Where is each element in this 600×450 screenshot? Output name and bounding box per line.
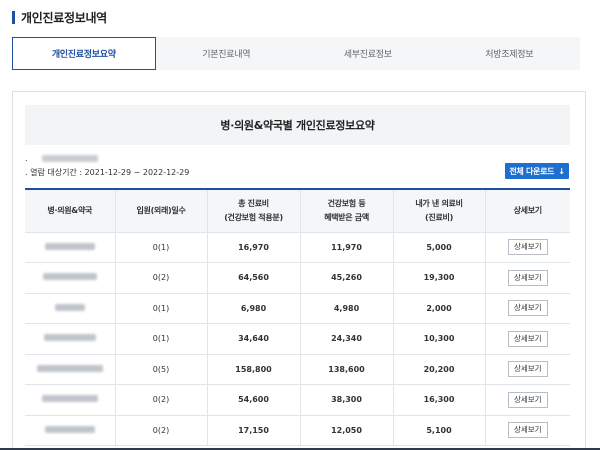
tab-bar: 개인진료정보요약 기본진료내역 세부진료정보 처방조제정보 [12, 37, 580, 70]
total-cost-cell: 34,640 [207, 323, 301, 355]
detail-cell: 상세보기 [485, 354, 570, 385]
detail-cell: 상세보기 [485, 415, 570, 446]
panel-heading: 병·의원&약국별 개인진료정보요약 [25, 105, 570, 145]
patient-name-row: . [25, 152, 189, 166]
benefit-cell: 38,300 [300, 384, 394, 416]
institution-name-redacted [25, 354, 116, 385]
download-all-button[interactable]: 전체 다운로드 ↓ [505, 163, 569, 179]
days-cell: 0(2) [115, 415, 208, 446]
detail-cell: 상세보기 [485, 384, 570, 416]
institution-name-redacted [25, 293, 116, 324]
total-cost-cell: 6,980 [207, 293, 301, 324]
benefit-cell: 12,050 [300, 415, 394, 446]
total-cost-cell: 158,800 [207, 354, 301, 385]
institution-name-redacted [25, 232, 116, 263]
header-benefit: 건강보험 등 혜택받은 금액 [300, 189, 394, 233]
detail-button[interactable]: 상세보기 [507, 422, 548, 439]
benefit-cell: 138,600 [300, 354, 394, 385]
paid-cell: 10,300 [393, 323, 486, 355]
redacted-name [41, 155, 98, 162]
tab-prescription[interactable]: 처방조제정보 [439, 37, 581, 70]
table-row: 0(1) 6,980 4,980 2,000 상세보기 [25, 293, 570, 324]
header-days: 입원(외래)일수 [115, 189, 208, 233]
days-cell: 0(1) [115, 232, 208, 263]
detail-button[interactable]: 상세보기 [507, 361, 548, 378]
table-header-row: 병·의원&약국 입원(외래)일수 총 진료비 (건강보험 적용분) 건강보험 등혜… [25, 189, 570, 233]
table-row: 0(2) 17,150 12,050 5,100 상세보기 [25, 415, 570, 446]
total-cost-cell: 54,600 [207, 384, 301, 416]
summary-table: 병·의원&약국 입원(외래)일수 총 진료비 (건강보험 적용분) 건강보험 등혜… [25, 188, 570, 446]
days-cell: 0(1) [115, 323, 208, 355]
detail-button[interactable]: 상세보기 [507, 391, 548, 408]
institution-name-redacted [25, 323, 116, 355]
paid-cell: 5,100 [393, 415, 486, 446]
header-detail: 상세보기 [485, 189, 570, 233]
detail-button[interactable]: 상세보기 [507, 269, 548, 286]
benefit-cell: 24,340 [300, 323, 394, 355]
days-cell: 0(2) [115, 384, 208, 416]
header-paid: 내가 낸 의료비 (진료비) [393, 189, 486, 233]
tab-summary[interactable]: 개인진료정보요약 [12, 37, 156, 70]
total-cost-cell: 64,560 [207, 262, 301, 294]
days-cell: 0(2) [115, 262, 208, 294]
detail-cell: 상세보기 [485, 323, 570, 355]
table-row: 0(2) 54,600 38,300 16,300 상세보기 [25, 384, 570, 416]
benefit-cell: 4,980 [300, 293, 394, 324]
institution-name-redacted [25, 262, 116, 294]
arrow-down-icon: ↓ [558, 166, 565, 176]
institution-name-redacted [25, 415, 116, 446]
table-row: 0(1) 34,640 24,340 10,300 상세보기 [25, 323, 570, 355]
paid-cell: 16,300 [393, 384, 486, 416]
detail-button[interactable]: 상세보기 [507, 330, 548, 347]
info-block: . . 열람 대상기간 : 2021-12-29 ~ 2022-12-29 [25, 152, 189, 180]
title-accent-bar [12, 10, 15, 24]
paid-cell: 2,000 [393, 293, 486, 324]
paid-cell: 20,200 [393, 354, 486, 385]
days-cell: 0(5) [115, 354, 208, 385]
page-title-text: 개인진료정보내역 [21, 10, 107, 25]
institution-name-redacted [25, 384, 116, 416]
paid-cell: 19,300 [393, 262, 486, 294]
header-total-cost: 총 진료비 (건강보험 적용분) [207, 189, 301, 233]
benefit-cell: 11,970 [300, 232, 394, 263]
paid-cell: 5,000 [393, 232, 486, 263]
detail-button[interactable]: 상세보기 [507, 300, 548, 317]
detail-cell: 상세보기 [485, 262, 570, 294]
table-row: 0(2) 64,560 45,260 19,300 상세보기 [25, 262, 570, 294]
detail-cell: 상세보기 [485, 232, 570, 263]
download-all-label: 전체 다운로드 [509, 166, 555, 176]
detail-button[interactable]: 상세보기 [507, 239, 548, 256]
panel-heading-text: 병·의원&약국별 개인진료정보요약 [220, 119, 375, 132]
tab-detailed-records[interactable]: 세부진료정보 [297, 37, 439, 70]
viewing-period: . 열람 대상기간 : 2021-12-29 ~ 2022-12-29 [25, 168, 190, 177]
header-institution: 병·의원&약국 [25, 189, 116, 233]
tab-basic-records[interactable]: 기본진료내역 [156, 37, 298, 70]
table-row: 0(1) 16,970 11,970 5,000 상세보기 [25, 232, 570, 263]
detail-cell: 상세보기 [485, 293, 570, 324]
summary-panel: 병·의원&약국별 개인진료정보요약 . . 열람 대상기간 : 2021-12-… [12, 91, 586, 450]
table-row: 0(5) 158,800 138,600 20,200 상세보기 [25, 354, 570, 385]
benefit-cell: 45,260 [300, 262, 394, 294]
total-cost-cell: 16,970 [207, 232, 301, 263]
days-cell: 0(1) [115, 293, 208, 324]
page-title: 개인진료정보내역 [12, 8, 107, 26]
total-cost-cell: 17,150 [207, 415, 301, 446]
